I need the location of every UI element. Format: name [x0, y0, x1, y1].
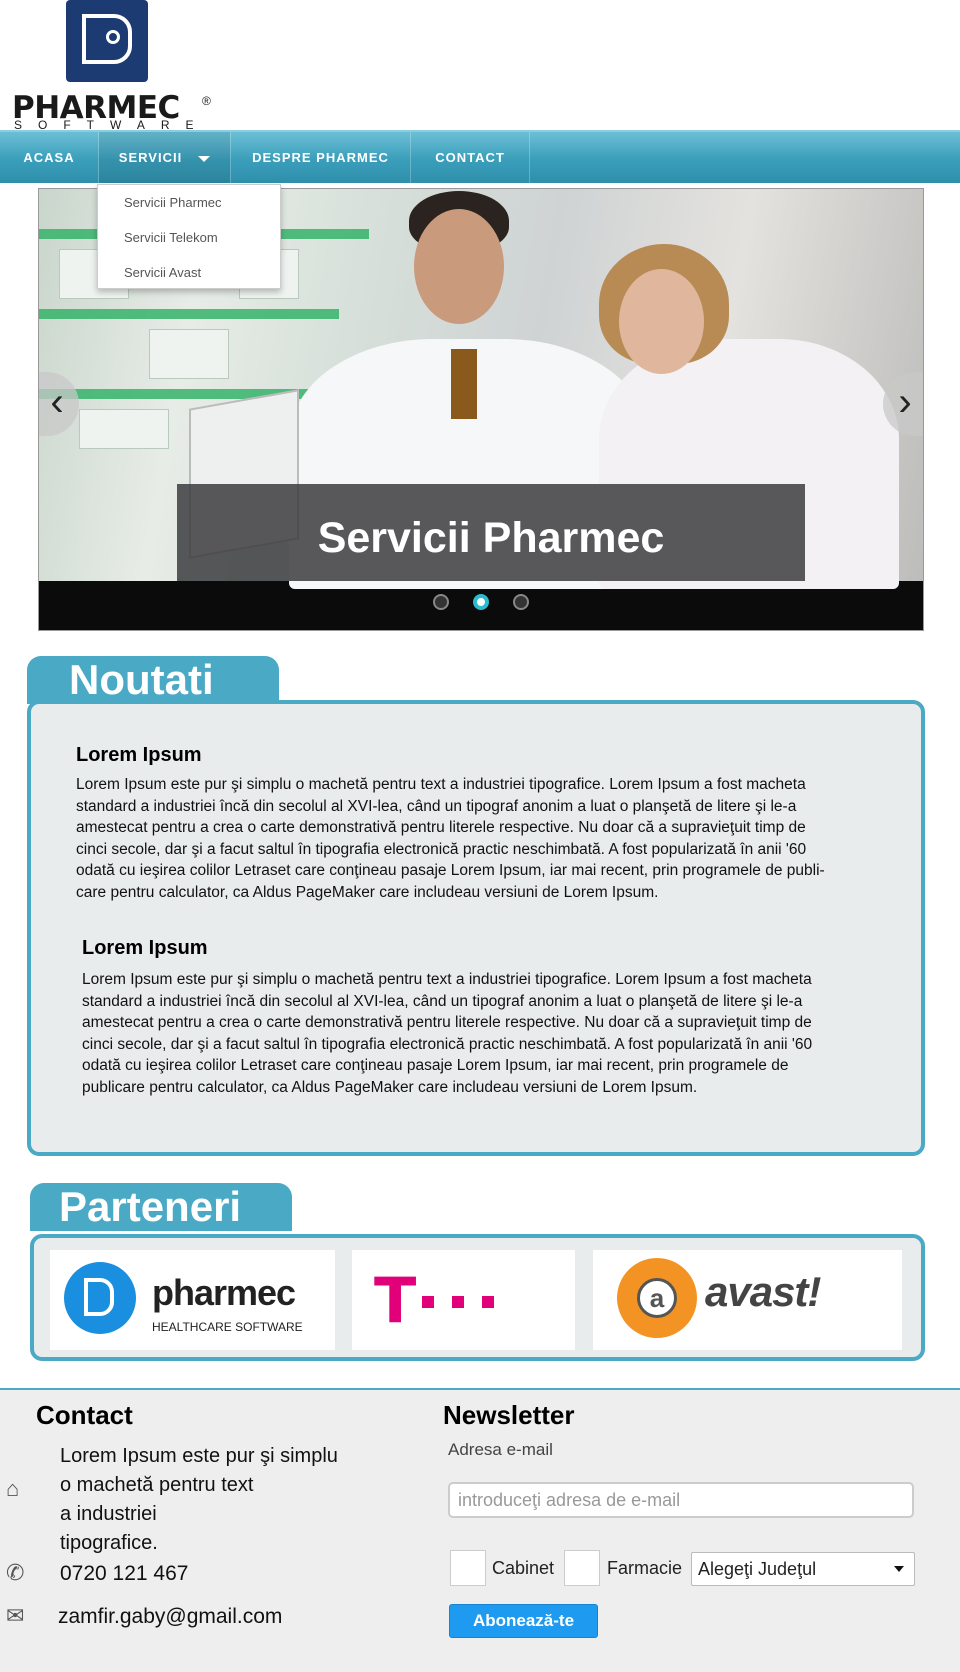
man-tie: [451, 349, 477, 419]
parteneri-title: Parteneri: [59, 1183, 242, 1230]
contact-email[interactable]: zamfir.gaby@gmail.com: [58, 1605, 282, 1629]
envelope-icon: ✉: [6, 1603, 25, 1628]
article-2-body: Lorem Ipsum este pur şi simplu o machetă…: [82, 969, 812, 1098]
article-line: care pentru calculator, ca Aldus PageMak…: [76, 883, 659, 901]
contact-line: Lorem Ipsum este pur şi simplu: [60, 1445, 338, 1467]
parteneri-tab: Parteneri: [30, 1183, 292, 1231]
telekom-square: [452, 1296, 464, 1308]
nav-divider: [529, 132, 530, 183]
article-line: standard a industriei încă din secolul a…: [82, 992, 803, 1010]
contact-line: a industriei: [60, 1503, 157, 1525]
pharmec-p-shape: [84, 1278, 114, 1316]
article-line: odată cu ieşirea colilor Letraset care c…: [76, 862, 825, 879]
article-line: odată cu ieşirea colilor Letraset care c…: [82, 1057, 789, 1074]
article-line: amestecat pentru a crea o carte demonstr…: [76, 819, 806, 836]
logo-mark: [66, 0, 148, 82]
slider-dot-1[interactable]: [432, 594, 449, 610]
subscribe-button[interactable]: Abonează-te: [449, 1604, 598, 1638]
county-select[interactable]: Alegeţi Judeţul: [691, 1552, 915, 1586]
slider-dot-2[interactable]: [473, 594, 489, 610]
nav-acasa[interactable]: ACASA: [0, 132, 98, 183]
article-2-heading: Lorem Ipsum: [82, 937, 208, 959]
nav-servicii-label: SERVICII: [118, 150, 183, 165]
shelf: [39, 309, 339, 319]
email-label: Adresa e-mail: [448, 1440, 553, 1459]
man-head: [414, 209, 504, 324]
contact-phone[interactable]: 0720 121 467: [60, 1562, 188, 1586]
article-line: Lorem Ipsum este pur şi simplu o machetă…: [82, 971, 812, 988]
nav-servicii[interactable]: SERVICII: [99, 132, 230, 183]
servicii-dropdown: Servicii Pharmec Servicii Telekom Servic…: [97, 184, 281, 289]
farmacie-checkbox[interactable]: [564, 1550, 600, 1586]
farmacie-label: Farmacie: [607, 1558, 683, 1578]
slide-caption-box: Servicii Pharmec: [177, 484, 805, 581]
article-line: Lorem Ipsum este pur şi simplu o machetă…: [76, 776, 806, 793]
avast-a: a: [637, 1278, 677, 1318]
pharmec-partner-sub: HEALTHCARE SOFTWARE: [152, 1320, 303, 1334]
telekom-logo-t: T: [374, 1264, 417, 1337]
slider-dot-3[interactable]: [513, 594, 530, 610]
cabinet-checkbox[interactable]: [450, 1550, 486, 1586]
home-icon: ⌂: [6, 1476, 20, 1501]
article-line: cinci secole, dar şi a facut saltul în t…: [76, 840, 807, 858]
avast-partner-name: avast!: [705, 1268, 821, 1315]
dropdown-item-avast[interactable]: Servicii Avast: [98, 255, 280, 290]
shelf-box: [149, 329, 229, 379]
footer: Contact ⌂ Lorem Ipsum este pur şi simplu…: [0, 1388, 960, 1672]
cabinet-label: Cabinet: [492, 1558, 555, 1578]
phone-icon: ✆: [6, 1560, 25, 1585]
caret-down-icon: [198, 155, 211, 162]
nav-contact[interactable]: CONTACT: [411, 132, 529, 183]
pharmec-partner-name: pharmec: [152, 1272, 296, 1313]
slide-caption: Servicii Pharmec: [317, 514, 665, 562]
dropdown-item-telekom[interactable]: Servicii Telekom: [98, 220, 280, 255]
article-line: standard a industriei încă din secolul a…: [76, 797, 797, 815]
noutati-panel: Lorem Ipsum Lorem Ipsum este pur şi simp…: [27, 700, 925, 1156]
article-line: amestecat pentru a crea o carte demonstr…: [82, 1014, 812, 1031]
slider-dots: [39, 594, 923, 615]
main-nav: ACASA SERVICII DESPRE PHARMEC CONTACT: [0, 130, 960, 183]
article-1-heading: Lorem Ipsum: [76, 744, 202, 766]
woman-head: [619, 269, 704, 374]
noutati-tab: Noutati: [27, 656, 279, 704]
partner-telekom[interactable]: T: [352, 1250, 575, 1350]
chevron-down-icon: [894, 1566, 904, 1572]
contact-line: tipografice.: [60, 1532, 158, 1554]
parteneri-panel: pharmec HEALTHCARE SOFTWARE T a avast!: [30, 1234, 925, 1361]
county-select-value: Alegeţi Judeţul: [698, 1559, 817, 1579]
avast-logo-icon: a: [617, 1258, 697, 1338]
contact-title: Contact: [36, 1400, 133, 1430]
telekom-square: [482, 1296, 494, 1308]
logo-dot: [106, 30, 120, 44]
article-1-body: Lorem Ipsum este pur şi simplu o machetă…: [76, 774, 825, 903]
article-line: publicare pentru calculator, ca Aldus Pa…: [82, 1078, 698, 1096]
telekom-square: [422, 1296, 434, 1308]
pharmec-logo-icon: [64, 1262, 136, 1334]
nav-despre[interactable]: DESPRE PHARMEC: [231, 132, 410, 183]
contact-description: Lorem Ipsum este pur şi simplu o machetă…: [60, 1442, 390, 1558]
newsletter-title: Newsletter: [443, 1400, 575, 1430]
contact-line: o machetă pentru text: [60, 1474, 254, 1496]
logo-registered: ®: [202, 94, 211, 108]
email-field[interactable]: introduceţi adresa de e-mail: [448, 1482, 914, 1518]
partner-pharmec[interactable]: pharmec HEALTHCARE SOFTWARE: [50, 1250, 335, 1350]
noutati-title: Noutati: [69, 656, 214, 703]
article-line: cinci secole, dar şi a facut saltul în t…: [82, 1035, 813, 1053]
partner-avast[interactable]: a avast!: [593, 1250, 902, 1350]
dropdown-item-pharmec[interactable]: Servicii Pharmec: [98, 185, 280, 220]
shelf-box: [79, 409, 169, 449]
